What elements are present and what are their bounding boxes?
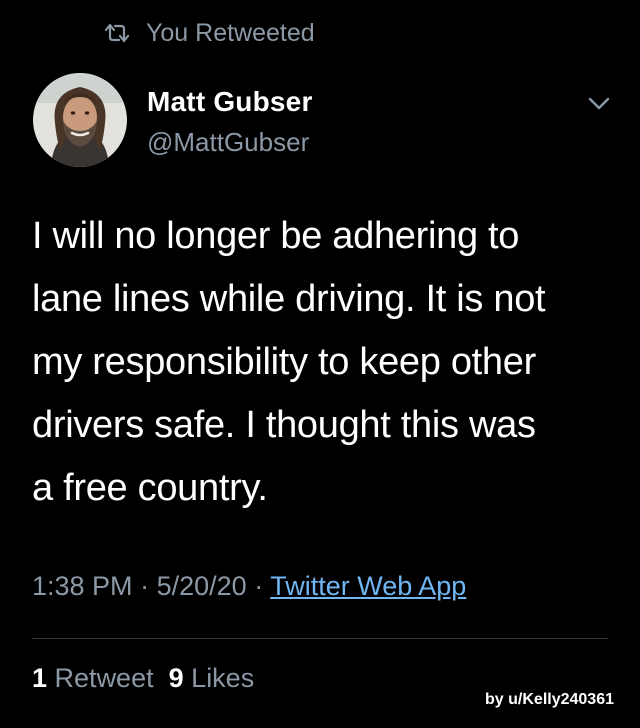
tweet-stats: 1 Retweet 9 Likes: [32, 663, 254, 694]
divider: [32, 638, 608, 639]
chevron-down-icon[interactable]: [584, 88, 614, 118]
meta-separator: ·: [254, 571, 264, 601]
tweet-text: I will no longer be adhering to lane lin…: [32, 205, 622, 520]
meta-separator: ·: [140, 571, 150, 601]
retweets-label: Retweet: [54, 663, 154, 693]
likes-stat[interactable]: 9 Likes: [169, 663, 255, 693]
tweet-line: I will no longer be adhering to: [32, 215, 520, 257]
retweets-stat[interactable]: 1 Retweet: [32, 663, 154, 693]
tweet-line: my responsibility to keep other: [32, 341, 536, 383]
tweet-line: a free country.: [32, 467, 268, 509]
retweets-count: 1: [32, 663, 48, 693]
avatar[interactable]: [33, 73, 127, 167]
source-link[interactable]: Twitter Web App: [270, 571, 466, 601]
likes-label: Likes: [191, 663, 255, 693]
tweet-line: lane lines while driving. It is not: [32, 278, 546, 320]
retweet-context-label: You Retweeted: [146, 18, 315, 47]
retweet-context: You Retweeted: [104, 16, 315, 50]
tweet-line: drivers safe. I thought this was: [32, 404, 536, 446]
likes-count: 9: [168, 663, 184, 693]
retweet-icon: [104, 22, 130, 44]
watermark: by u/Kelly240361: [485, 691, 614, 708]
display-name[interactable]: Matt Gubser: [147, 85, 313, 119]
tweet-time[interactable]: 1:38 PM: [32, 571, 133, 601]
author-info[interactable]: Matt Gubser @MattGubser: [147, 85, 313, 159]
tweet-date[interactable]: 5/20/20: [157, 571, 247, 601]
user-handle[interactable]: @MattGubser: [147, 125, 313, 159]
tweet-meta: 1:38 PM · 5/20/20 · Twitter Web App: [32, 571, 466, 602]
